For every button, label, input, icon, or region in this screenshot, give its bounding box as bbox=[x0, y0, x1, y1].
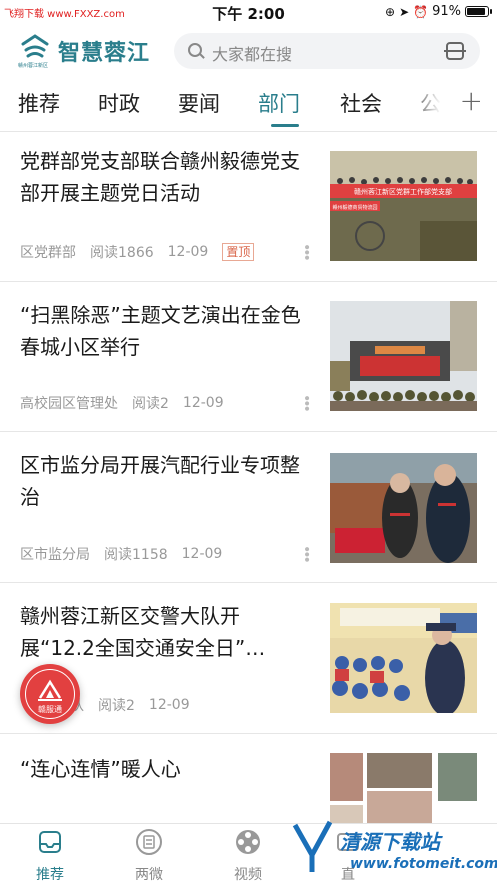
news-date: 12-09 bbox=[181, 546, 223, 562]
news-reads: 阅读2 bbox=[132, 396, 169, 412]
battery-percent: 91% bbox=[432, 4, 461, 19]
category-tabs: 推荐 时政 要闻 部门 社会 公 + bbox=[0, 84, 497, 128]
tab-politics[interactable]: 时政 bbox=[98, 88, 140, 118]
news-thumbnail[interactable] bbox=[330, 603, 477, 713]
news-source: 区党群部 bbox=[20, 245, 76, 261]
news-thumbnail[interactable] bbox=[330, 453, 477, 563]
search-placeholder: 大家都在搜 bbox=[212, 45, 293, 64]
news-meta: 区市监分局 阅读1158 12-09 bbox=[20, 544, 222, 564]
news-date: 12-09 bbox=[182, 395, 224, 411]
alarm-icon: ⏰ bbox=[413, 4, 429, 19]
news-reads: 阅读1866 bbox=[90, 245, 154, 261]
nav-label: 视频 bbox=[234, 867, 262, 883]
status-bar: 飞翔下载 www.FXXZ.com 下午 2:00 ⊕ ➤ ⏰ 91% bbox=[0, 0, 497, 24]
thumb-banner-text: 赣州蓉江新区党群工作部党支部 bbox=[354, 187, 452, 196]
ganfutong-float-button[interactable]: 赣服通 bbox=[20, 664, 80, 724]
news-item[interactable]: 党群部党支部联合赣州毅德党支部开展主题党日活动 区党群部 阅读1866 12-0… bbox=[0, 131, 497, 281]
active-tab-indicator bbox=[271, 124, 299, 127]
search-icon bbox=[188, 43, 202, 57]
news-source: 区市监分局 bbox=[20, 547, 90, 563]
document-icon bbox=[136, 829, 162, 855]
tab-fade bbox=[404, 84, 450, 128]
news-title[interactable]: “连心连情”暖人心 bbox=[20, 753, 305, 785]
status-icons: ⊕ ➤ ⏰ 91% bbox=[385, 4, 492, 19]
app-logo-icon bbox=[21, 34, 49, 58]
news-date: 12-09 bbox=[148, 697, 190, 713]
tab-news[interactable]: 要闻 bbox=[178, 88, 220, 118]
app-header: 赣州蓉江新区 智慧蓉江 大家都在搜 bbox=[0, 28, 497, 76]
lock-rotation-icon: ⊕ bbox=[385, 4, 396, 19]
nav-label: 两微 bbox=[135, 867, 163, 883]
news-thumbnail[interactable]: 赣州蓉江新区党群工作部党支部 赣州毅德商贸物流园 bbox=[330, 151, 477, 261]
location-icon: ➤ bbox=[399, 4, 410, 19]
brand-title: 智慧蓉江 bbox=[58, 41, 151, 66]
news-meta: 队 阅读2 12-09 bbox=[70, 695, 190, 715]
news-meta: 区党群部 阅读1866 12-09 置顶 bbox=[20, 242, 255, 262]
search-bar[interactable]: 大家都在搜 bbox=[174, 33, 480, 69]
news-date: 12-09 bbox=[167, 244, 209, 260]
nav-video[interactable]: 视频 bbox=[218, 828, 278, 883]
battery-level bbox=[467, 8, 486, 15]
more-options-icon[interactable]: ••• bbox=[298, 545, 314, 561]
nav-recommend[interactable]: 推荐 bbox=[20, 828, 80, 883]
tab-society[interactable]: 社会 bbox=[340, 88, 382, 118]
news-reads: 阅读1158 bbox=[104, 547, 168, 563]
news-item[interactable]: 区市监分局开展汽配行业专项整治 区市监分局 阅读1158 12-09 ••• bbox=[0, 431, 497, 582]
nav-label: 推荐 bbox=[36, 867, 64, 883]
inbox-icon bbox=[39, 831, 61, 853]
news-title[interactable]: “扫黑除恶”主题文艺演出在金色春城小区举行 bbox=[20, 299, 305, 363]
watermark-logo-icon bbox=[292, 820, 333, 872]
add-tab-icon[interactable]: + bbox=[460, 84, 483, 117]
more-options-icon[interactable]: ••• bbox=[298, 394, 314, 410]
watermark-text: 清源下载站 bbox=[340, 830, 440, 854]
watermark-bottom: 清源下载站 www.fotomeit.com bbox=[290, 820, 497, 880]
tab-recommend[interactable]: 推荐 bbox=[18, 88, 60, 118]
battery-icon bbox=[465, 6, 492, 17]
thumb-banner-text-2: 赣州毅德商贸物流园 bbox=[332, 204, 377, 211]
tab-departments[interactable]: 部门 bbox=[258, 88, 300, 118]
news-reads: 阅读2 bbox=[98, 698, 135, 714]
news-item[interactable]: “连心连情”暖人心 bbox=[0, 733, 497, 823]
news-source: 高校园区管理处 bbox=[20, 396, 118, 412]
news-item[interactable]: “扫黑除恶”主题文艺演出在金色春城小区举行 高校园区管理处 阅读2 12-09 … bbox=[0, 281, 497, 431]
news-title[interactable]: 党群部党支部联合赣州毅德党支部开展主题党日活动 bbox=[20, 145, 305, 209]
more-options-icon[interactable]: ••• bbox=[298, 243, 314, 259]
news-meta: 高校园区管理处 阅读2 12-09 bbox=[20, 393, 224, 413]
news-thumbnail[interactable] bbox=[330, 301, 477, 411]
watermark-url: www.fotomeit.com bbox=[350, 856, 497, 872]
news-title[interactable]: 区市监分局开展汽配行业专项整治 bbox=[20, 449, 305, 513]
float-button-label: 赣服通 bbox=[38, 705, 62, 714]
news-thumbnail[interactable] bbox=[330, 753, 477, 823]
film-reel-icon bbox=[236, 830, 260, 854]
scan-icon[interactable] bbox=[444, 42, 466, 60]
pinned-badge: 置顶 bbox=[222, 243, 255, 261]
nav-weibo-wechat[interactable]: 两微 bbox=[119, 828, 179, 883]
ganfutong-logo-icon bbox=[38, 679, 62, 701]
news-title[interactable]: 赣州蓉江新区交警大队开展“12.2全国交通安全日”… bbox=[20, 600, 305, 664]
brand-subtitle: 赣州蓉江新区 bbox=[18, 63, 49, 69]
